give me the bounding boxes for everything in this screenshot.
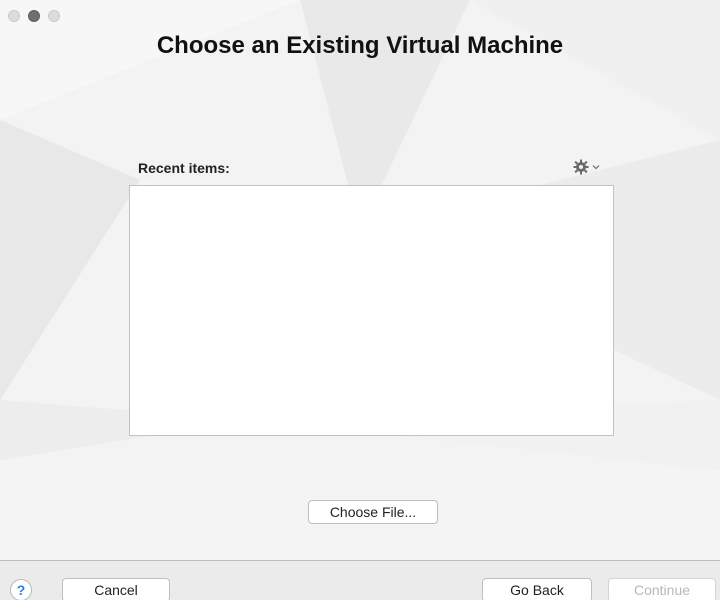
- window-controls: [8, 10, 60, 22]
- gear-icon: [573, 159, 589, 175]
- window: Choose an Existing Virtual Machine Recen…: [0, 0, 720, 600]
- minimize-window-button[interactable]: [28, 10, 40, 22]
- recent-items-label: Recent items:: [138, 160, 230, 176]
- cancel-button[interactable]: Cancel: [62, 578, 170, 600]
- close-window-button[interactable]: [8, 10, 20, 22]
- continue-button[interactable]: Continue: [608, 578, 716, 600]
- zoom-window-button[interactable]: [48, 10, 60, 22]
- help-button[interactable]: ?: [10, 579, 32, 600]
- gear-menu-button[interactable]: [573, 156, 609, 178]
- chevron-down-icon: [592, 164, 600, 170]
- footer-bar: ? Cancel Go Back Continue: [0, 560, 720, 600]
- choose-file-button[interactable]: Choose File...: [308, 500, 438, 524]
- page-title: Choose an Existing Virtual Machine: [156, 32, 564, 59]
- go-back-button[interactable]: Go Back: [482, 578, 592, 600]
- recent-items-list[interactable]: [129, 185, 614, 436]
